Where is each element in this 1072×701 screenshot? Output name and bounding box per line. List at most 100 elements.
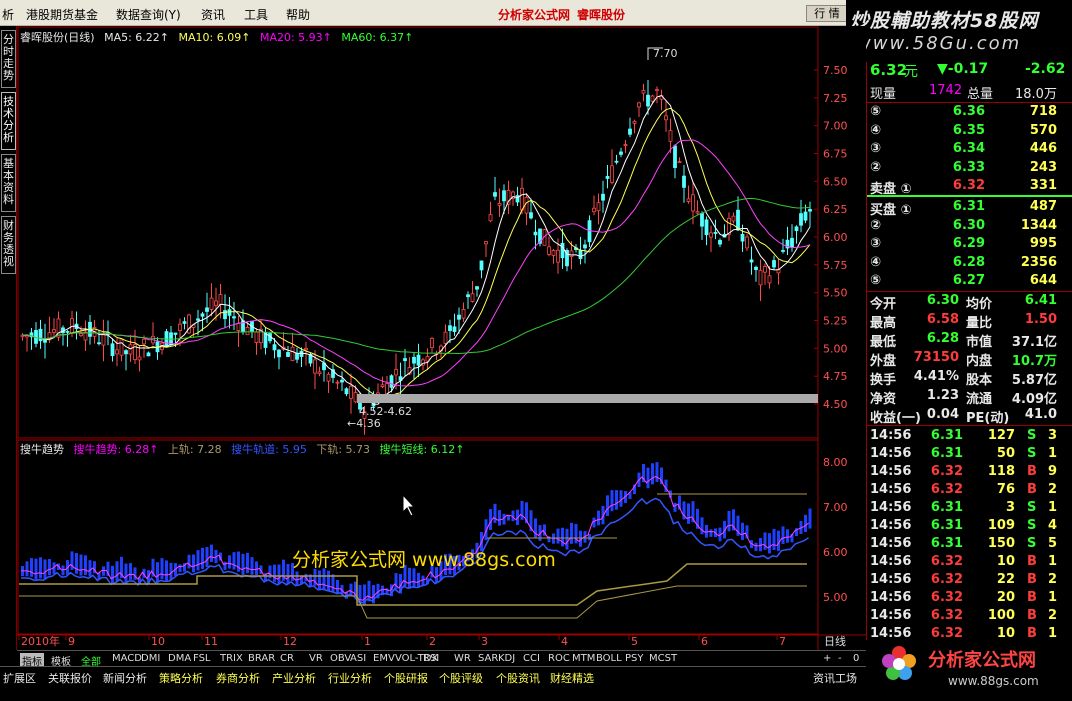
indicator-tab-17[interactable]: SAR <box>478 653 498 664</box>
tick-row-9-cell: 1 <box>1047 590 1057 605</box>
indicator-tab-21[interactable]: MTM <box>572 653 595 664</box>
ind-trend-label: 搜牛趋势: 6.28↑ <box>73 443 159 456</box>
zoom-button-0[interactable]: + <box>823 653 831 664</box>
sell-level-4-cell: 卖盘 ① <box>870 182 912 197</box>
stat-row-2-cell: 37.1亿 <box>1011 335 1057 350</box>
ma60-label: MA60: 6.37↑ <box>341 31 414 44</box>
tick-row-7-cell: 6.32 <box>930 554 963 569</box>
indicator-tab-19[interactable]: CCI <box>523 653 540 664</box>
stat-row-6-cell: 41.0 <box>1024 407 1057 422</box>
candle-body <box>178 323 182 332</box>
tick-row-8-cell: 6.32 <box>930 572 963 587</box>
tick-row-7-cell: 10 <box>996 554 1015 569</box>
candle-body <box>610 165 614 183</box>
menu-item-hk[interactable]: 港股期货基金 <box>26 6 98 23</box>
stat-row-2: 最低 6.28 市值 37.1亿 <box>867 330 1072 350</box>
tick-row-0-cell: 6.31 <box>930 428 963 443</box>
menu-item-0[interactable]: 析 <box>2 6 14 23</box>
menu-item-tools[interactable]: 工具 <box>244 6 268 23</box>
indicator-tab-3[interactable]: MACD <box>112 653 142 664</box>
quote-button[interactable]: 行 情 <box>806 5 848 22</box>
tick-row-9-cell: 6.32 <box>930 590 963 605</box>
tick-row-10: 14:56 6.32 100 B 2 <box>867 607 1072 626</box>
candle-body <box>218 294 223 305</box>
candle-body <box>709 232 713 238</box>
buy-level-1-cell: ② <box>870 217 882 233</box>
price-axis-label: 5.25 <box>823 315 848 328</box>
candle-body <box>578 249 583 260</box>
candle-body <box>772 260 776 268</box>
candle-body <box>101 333 106 346</box>
candle-body <box>686 198 691 202</box>
tick-row-10-cell: 100 <box>987 608 1015 623</box>
buy-level-2-cell: 6.29 <box>952 236 985 251</box>
tick-row-6: 14:56 6.31 150 S 5 <box>867 535 1072 554</box>
tick-row-9: 14:56 6.32 20 B 1 <box>867 589 1072 608</box>
indicator-tab-16[interactable]: WR <box>454 653 471 664</box>
kline-chart[interactable]: 7.50 7.25 7.00 6.75 6.50 6.25 6.00 5.75 5.50 5.25… <box>17 26 866 650</box>
time-axis-label: 2010年 <box>21 634 60 648</box>
indicator-tab-18[interactable]: KDJ <box>498 653 515 664</box>
tab-technical[interactable]: 技术分析 <box>1 92 16 150</box>
indicator-tab-11[interactable]: OBV <box>330 653 351 664</box>
menu-item-data[interactable]: 数据查询(Y) <box>116 6 181 23</box>
indicator-axis-label: 5.00 <box>823 591 848 604</box>
candle-body <box>448 325 452 331</box>
candle-body <box>335 381 340 384</box>
tick-row-7: 14:56 6.32 10 B 1 <box>867 553 1072 572</box>
ind-upper-label: 上轨: 7.28 <box>167 443 222 456</box>
indicator-axis-label: 8.00 <box>823 456 848 469</box>
indicator-tab-4[interactable]: DMI <box>141 653 160 664</box>
tick-row-4-cell: S <box>1027 500 1037 515</box>
indicator-axis-label: 7.00 <box>823 501 848 514</box>
candle-body <box>457 314 461 320</box>
indicator-tab-7[interactable]: TRIX <box>220 653 243 664</box>
indicator-tab-12[interactable]: ASI <box>350 653 366 664</box>
candle-body <box>799 213 803 226</box>
stat-row-5-cell: 流通 <box>966 392 993 407</box>
candle-body <box>475 286 479 290</box>
indicator-tab-10[interactable]: VR <box>309 653 323 664</box>
indicator-tab-22[interactable]: BOLL <box>596 653 622 664</box>
candle-body <box>430 337 434 348</box>
candle-body <box>443 331 448 344</box>
indicator-header: 搜牛趋势 搜牛趋势: 6.28↑ 上轨: 7.28 搜牛轨道: 5.95 下轨:… <box>20 441 470 457</box>
candle-body <box>664 115 668 121</box>
zoom-button-2[interactable]: 0 <box>853 653 859 664</box>
indicator-tab-5[interactable]: DMA <box>168 653 191 664</box>
cur-vol-value: 1742 <box>929 83 963 98</box>
indicator-tab-13[interactable]: EMV <box>373 653 395 664</box>
time-axis-label: 4 <box>561 635 568 648</box>
stat-row-6-cell: 0.04 <box>926 407 959 422</box>
tick-row-0: 14:56 6.31 127 S 3 <box>867 427 1072 446</box>
tick-row-2: 14:56 6.32 118 B 9 <box>867 463 1072 482</box>
candle-body <box>502 190 506 202</box>
indicator-tab-20[interactable]: ROC <box>548 653 570 664</box>
indicator-tab-15[interactable]: RSI <box>423 653 439 664</box>
indicator-tab-8[interactable]: BRAR <box>248 653 275 664</box>
candle-body <box>493 192 497 197</box>
tick-row-4-cell: 1 <box>1047 500 1057 515</box>
tab-fundamental[interactable]: 基本资料 <box>1 154 16 212</box>
brand-title: 分析家公式网 <box>498 8 571 22</box>
tab-intraday[interactable]: 分时走势 <box>1 30 16 88</box>
indicator-tab-23[interactable]: PSY <box>625 653 644 664</box>
candle-body <box>380 384 385 387</box>
menu-item-news[interactable]: 资讯 <box>201 6 225 23</box>
sell-level-0-cell: 6.36 <box>952 104 985 119</box>
stat-row-0-cell: 6.30 <box>926 293 959 308</box>
tab-financial[interactable]: 财务透视 <box>1 216 16 274</box>
indicator-tab-6[interactable]: FSL <box>193 653 211 664</box>
zoom-button-1[interactable]: - <box>838 653 842 664</box>
indicator-tab-24[interactable]: MCST <box>649 653 677 664</box>
stock-period-title: 睿晖股份(日线) <box>20 31 95 44</box>
stat-row-5-cell: 净资 <box>870 392 897 407</box>
candle-body <box>245 326 250 336</box>
tick-row-1-cell: S <box>1027 446 1037 461</box>
menu-item-help[interactable]: 帮助 <box>286 6 310 23</box>
indicator-tab-9[interactable]: CR <box>280 653 294 664</box>
candle-body <box>124 350 128 355</box>
sell-level-3-cell: ② <box>870 159 882 175</box>
candle-body <box>673 145 677 168</box>
tick-row-3: 14:56 6.32 76 B 2 <box>867 481 1072 500</box>
